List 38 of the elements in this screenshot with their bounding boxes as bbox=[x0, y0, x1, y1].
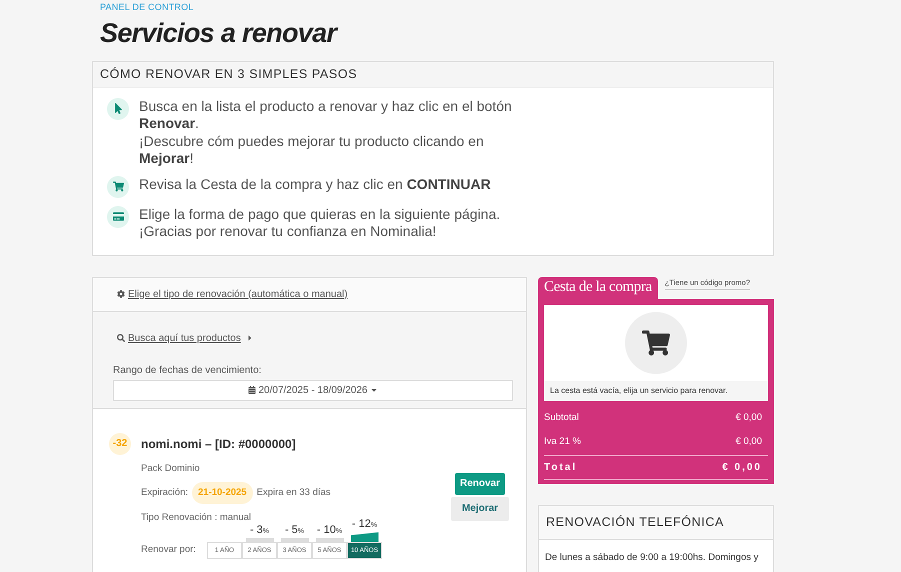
days-badge: -32 bbox=[109, 432, 131, 454]
calendar-icon bbox=[248, 386, 256, 394]
cart-row-value: € 0,00 bbox=[722, 460, 762, 474]
date-range-picker[interactable]: 20/07/2025 - 18/09/2026 bbox=[113, 380, 513, 400]
phone-title: RENOVACIÓN TELEFÓNICA bbox=[539, 506, 773, 540]
search-icon bbox=[117, 334, 125, 342]
expiration-label: Expiración: bbox=[141, 486, 188, 500]
step-text: ¡Gracias por renovar tu confianza en Nominalia! bbox=[139, 223, 438, 240]
breadcrumb: PANEL DE CONTROL bbox=[100, 1, 195, 14]
caret-icon bbox=[370, 386, 378, 394]
phone-hours-text: De lunes a sábado de 9:00 a 19:00hs. Domingos y bbox=[544, 550, 760, 564]
empty-cart-message: La cesta está vacía, elija un servicio para renovar. bbox=[544, 380, 768, 400]
step-text: Revisa la Cesta de la compra y haz clic en CONTINUAR bbox=[139, 176, 492, 193]
card-icon bbox=[107, 206, 129, 228]
step-text: Busca en la lista el producto a renovar y haz clic en el botón Renovar. bbox=[139, 98, 513, 132]
search-products-link[interactable]: Busca aquí tus productos bbox=[128, 330, 241, 346]
cart-row-value: € 0,00 bbox=[736, 411, 762, 426]
cart-row-label: Total bbox=[544, 460, 578, 474]
product-name: nomi.nomi – [ID: #0000000] bbox=[141, 436, 297, 452]
cursor-icon bbox=[107, 98, 129, 120]
step-text: Elige la forma de pago que quieras en la siguiente página. bbox=[139, 206, 502, 223]
cart-row-value: € 0,00 bbox=[736, 435, 762, 450]
cart-row-label: Subtotal bbox=[544, 411, 579, 426]
renew-for-label: Renovar por: bbox=[141, 543, 197, 557]
product-type: Pack Dominio bbox=[141, 462, 201, 476]
page-title: Servicios a renovar bbox=[100, 16, 340, 50]
cart-icon bbox=[107, 176, 129, 198]
renew-button[interactable]: Renovar bbox=[455, 472, 505, 495]
caret-icon bbox=[246, 334, 254, 342]
gear-icon bbox=[117, 290, 125, 298]
renewal-type-text: Tipo Renovación : manual bbox=[141, 511, 252, 525]
date-range-label: Rango de fechas de vencimiento: bbox=[113, 364, 262, 378]
step-text: ¡Descubre cóm puedes mejorar tu producto clicando en Mejorar! bbox=[139, 132, 485, 168]
steps-title: CÓMO RENOVAR EN 3 SIMPLES PASOS bbox=[93, 62, 773, 88]
improve-button[interactable]: Mejorar bbox=[451, 496, 509, 521]
cart-row-label: Iva 21 % bbox=[544, 435, 581, 450]
expires-in-text: Expira en 33 días bbox=[256, 486, 331, 500]
expiration-date: 21-10-2025 bbox=[192, 482, 253, 504]
